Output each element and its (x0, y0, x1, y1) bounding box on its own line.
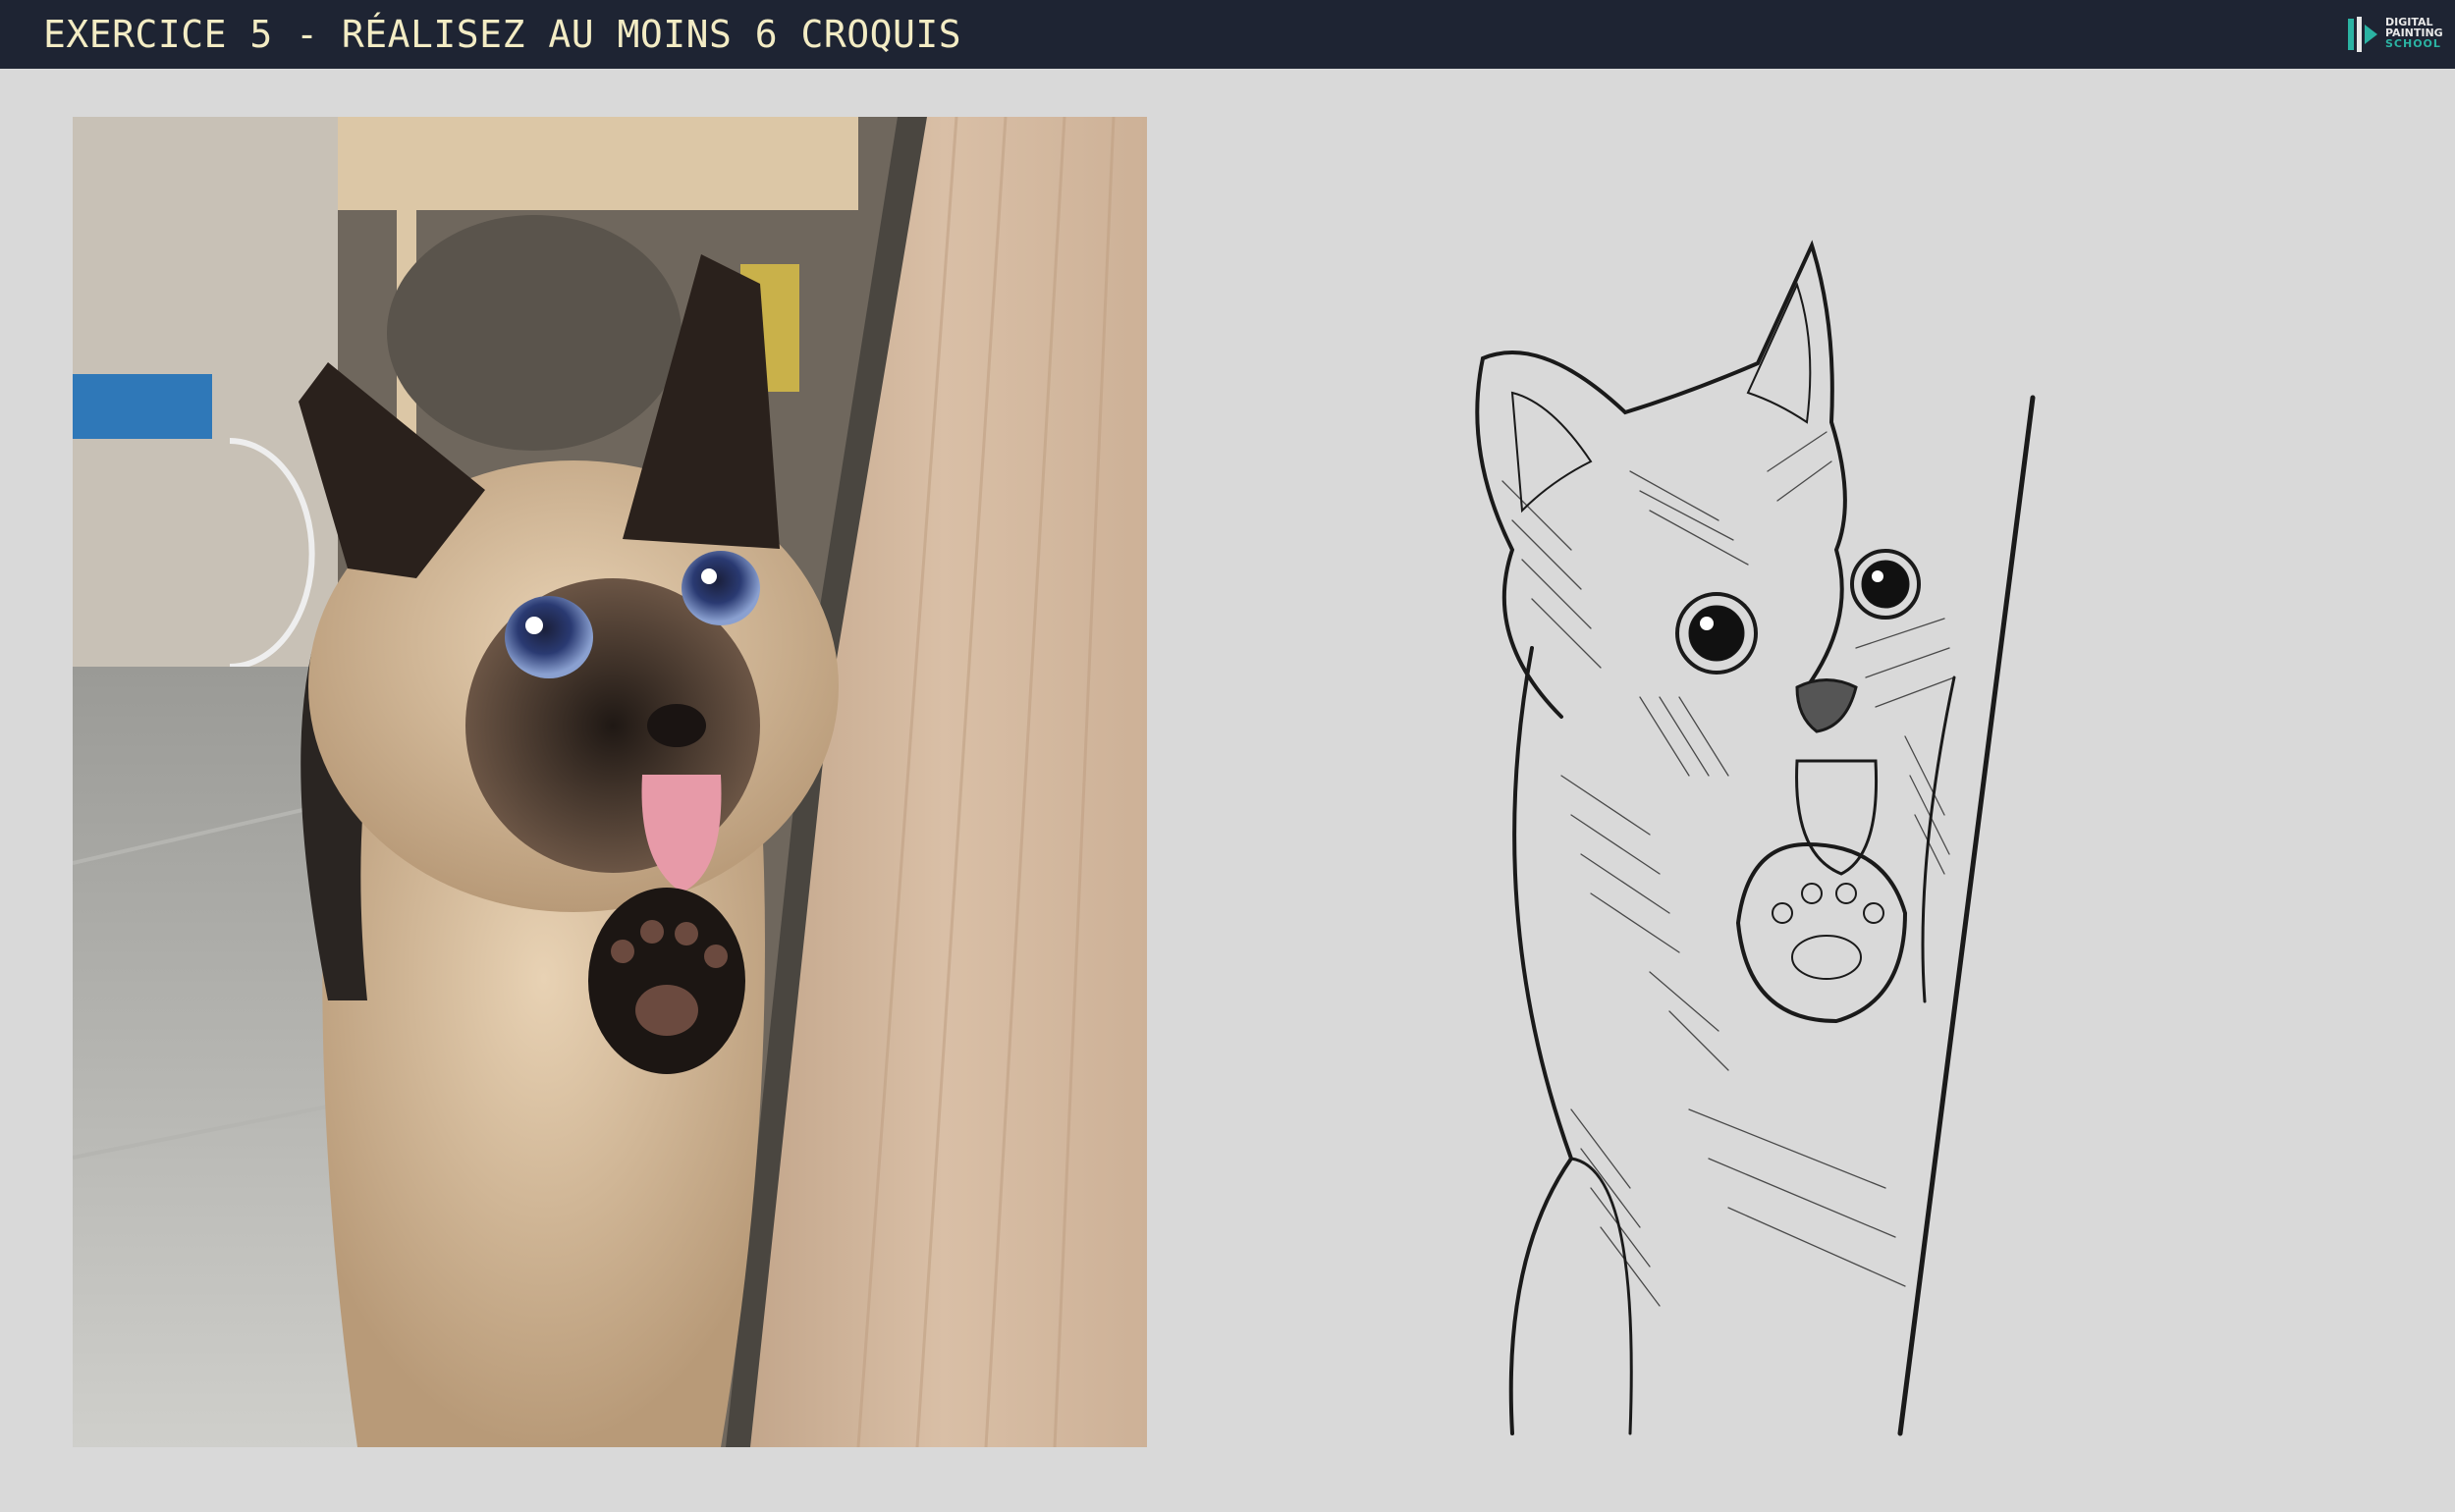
logo-line-school: SCHOOL (2385, 37, 2441, 50)
reference-photo (73, 117, 1147, 1447)
school-logo: DIGITAL PAINTING SCHOOL (2346, 13, 2444, 58)
cat-sketch-image (1475, 240, 2036, 1436)
brush-logo-icon (2348, 17, 2377, 52)
cat-photo-image (73, 117, 1147, 1447)
cat-sketch (1394, 226, 2062, 1473)
header-bar: EXERCICE 5 - RÉALISEZ AU MOINS 6 CROQUIS… (0, 0, 2455, 69)
logo-text: DIGITAL PAINTING SCHOOL (2385, 17, 2443, 49)
exercise-title: EXERCICE 5 - RÉALISEZ AU MOINS 6 CROQUIS (43, 13, 962, 56)
